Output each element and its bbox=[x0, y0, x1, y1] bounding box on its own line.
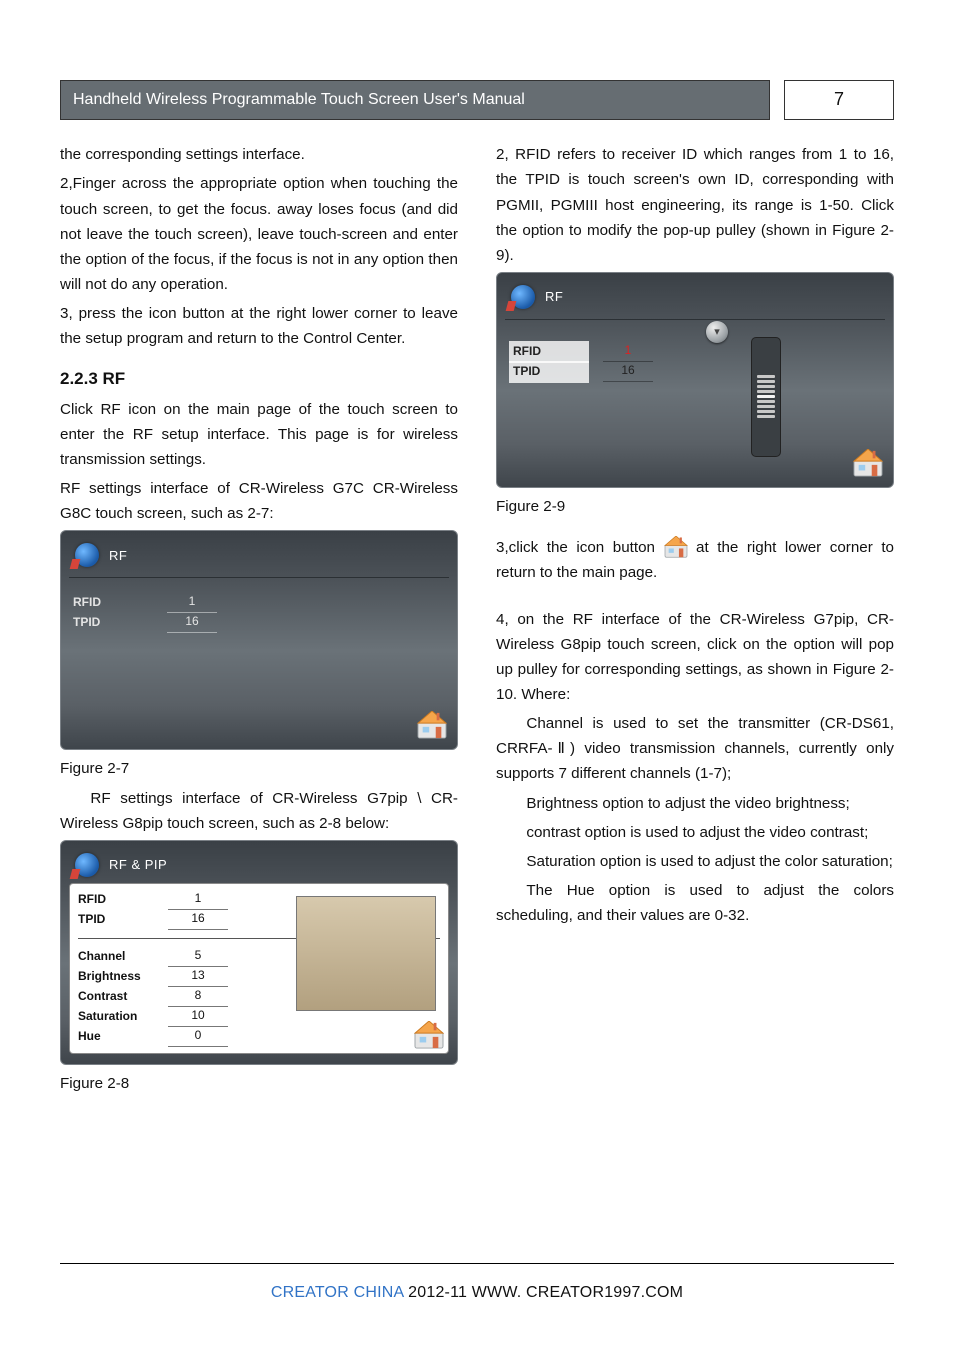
rfid-row[interactable]: RFID 1 bbox=[509, 342, 881, 362]
tpid-value: 16 bbox=[603, 361, 653, 382]
label: Contrast bbox=[78, 987, 168, 1007]
value: 1 bbox=[168, 889, 228, 910]
para: Channel is used to set the transmitter (… bbox=[496, 711, 894, 786]
label: RFID bbox=[78, 890, 168, 910]
para: RF settings interface of CR-Wireless G7C… bbox=[60, 476, 458, 526]
figure-caption: Figure 2-7 bbox=[60, 756, 458, 781]
figure-2-8: RF & PIP RFID1 TPID16 Channel5 Brightnes… bbox=[60, 840, 458, 1065]
label: Brightness bbox=[78, 967, 168, 987]
pip-preview bbox=[296, 896, 436, 1011]
value: 16 bbox=[168, 909, 228, 930]
tpid-row[interactable]: TPID 16 bbox=[509, 362, 881, 382]
home-icon[interactable] bbox=[414, 1021, 444, 1049]
figure-2-7: RF RFID 1 TPID 16 bbox=[60, 530, 458, 750]
page-number: 7 bbox=[784, 80, 894, 120]
value: 13 bbox=[168, 966, 228, 987]
footer-text: 2012-11 WWW. CREATOR1997.COM bbox=[404, 1284, 684, 1301]
right-column: 2, RFID refers to receiver ID which rang… bbox=[496, 142, 894, 1099]
home-icon[interactable] bbox=[417, 711, 447, 739]
para: Saturation option is used to adjust the … bbox=[496, 849, 894, 874]
hue-row[interactable]: Hue0 bbox=[78, 1027, 440, 1047]
page-footer: CREATOR CHINA 2012-11 WWW. CREATOR1997.C… bbox=[60, 1263, 894, 1306]
arrow-down-icon[interactable]: ▾ bbox=[706, 321, 728, 343]
para: 2, RFID refers to receiver ID which rang… bbox=[496, 142, 894, 267]
label: TPID bbox=[78, 910, 168, 930]
footer-brand: CREATOR CHINA bbox=[271, 1284, 404, 1301]
tpid-value: 16 bbox=[167, 612, 217, 633]
para: Click RF icon on the main page of the to… bbox=[60, 397, 458, 472]
rfid-label: RFID bbox=[73, 593, 153, 613]
tpid-row[interactable]: TPID 16 bbox=[73, 612, 445, 632]
rfid-row[interactable]: RFID 1 bbox=[73, 592, 445, 612]
label: Hue bbox=[78, 1027, 168, 1047]
tpid-label: TPID bbox=[73, 613, 153, 633]
rfid-value: 1 bbox=[167, 592, 217, 613]
tpid-label: TPID bbox=[509, 361, 589, 383]
para: contrast option is used to adjust the vi… bbox=[496, 820, 894, 845]
page-header: Handheld Wireless Programmable Touch Scr… bbox=[60, 80, 894, 120]
para: the corresponding settings interface. bbox=[60, 142, 458, 167]
figure-caption: Figure 2-9 bbox=[496, 494, 894, 519]
screenshot-title: RF bbox=[109, 545, 127, 566]
para: RF settings interface of CR-Wireless G7p… bbox=[60, 786, 458, 836]
rfid-value: 1 bbox=[603, 341, 653, 362]
globe-icon bbox=[511, 285, 535, 309]
para: Brightness option to adjust the video br… bbox=[496, 791, 894, 816]
globe-icon bbox=[75, 853, 99, 877]
value: 5 bbox=[168, 946, 228, 967]
manual-title: Handheld Wireless Programmable Touch Scr… bbox=[60, 80, 770, 120]
para: 3,click the icon button at the right low… bbox=[496, 535, 894, 585]
section-heading-rf: 2.2.3 RF bbox=[60, 365, 458, 393]
globe-icon bbox=[75, 543, 99, 567]
value: 8 bbox=[168, 986, 228, 1007]
screenshot-title: RF & PIP bbox=[109, 854, 167, 875]
value: 10 bbox=[168, 1006, 228, 1027]
value: 0 bbox=[168, 1026, 228, 1047]
figure-2-9: RF ▾ RFID 1 TPID 16 bbox=[496, 272, 894, 488]
label: Saturation bbox=[78, 1007, 168, 1027]
para: The Hue option is used to adjust the col… bbox=[496, 878, 894, 928]
pulley-selector[interactable] bbox=[751, 337, 781, 457]
text: 3,click the icon button bbox=[496, 539, 664, 556]
para: 4, on the RF interface of the CR-Wireles… bbox=[496, 607, 894, 707]
home-icon[interactable] bbox=[853, 449, 883, 477]
figure-caption: Figure 2-8 bbox=[60, 1071, 458, 1096]
screenshot-title: RF bbox=[545, 286, 563, 307]
rf-pip-panel: RFID1 TPID16 Channel5 Brightness13 Contr… bbox=[69, 883, 449, 1054]
left-column: the corresponding settings interface. 2,… bbox=[60, 142, 458, 1099]
para: 2,Finger across the appropriate option w… bbox=[60, 171, 458, 296]
home-icon bbox=[664, 536, 688, 558]
para: 3, press the icon button at the right lo… bbox=[60, 301, 458, 351]
rfid-label: RFID bbox=[509, 341, 589, 363]
label: Channel bbox=[78, 947, 168, 967]
